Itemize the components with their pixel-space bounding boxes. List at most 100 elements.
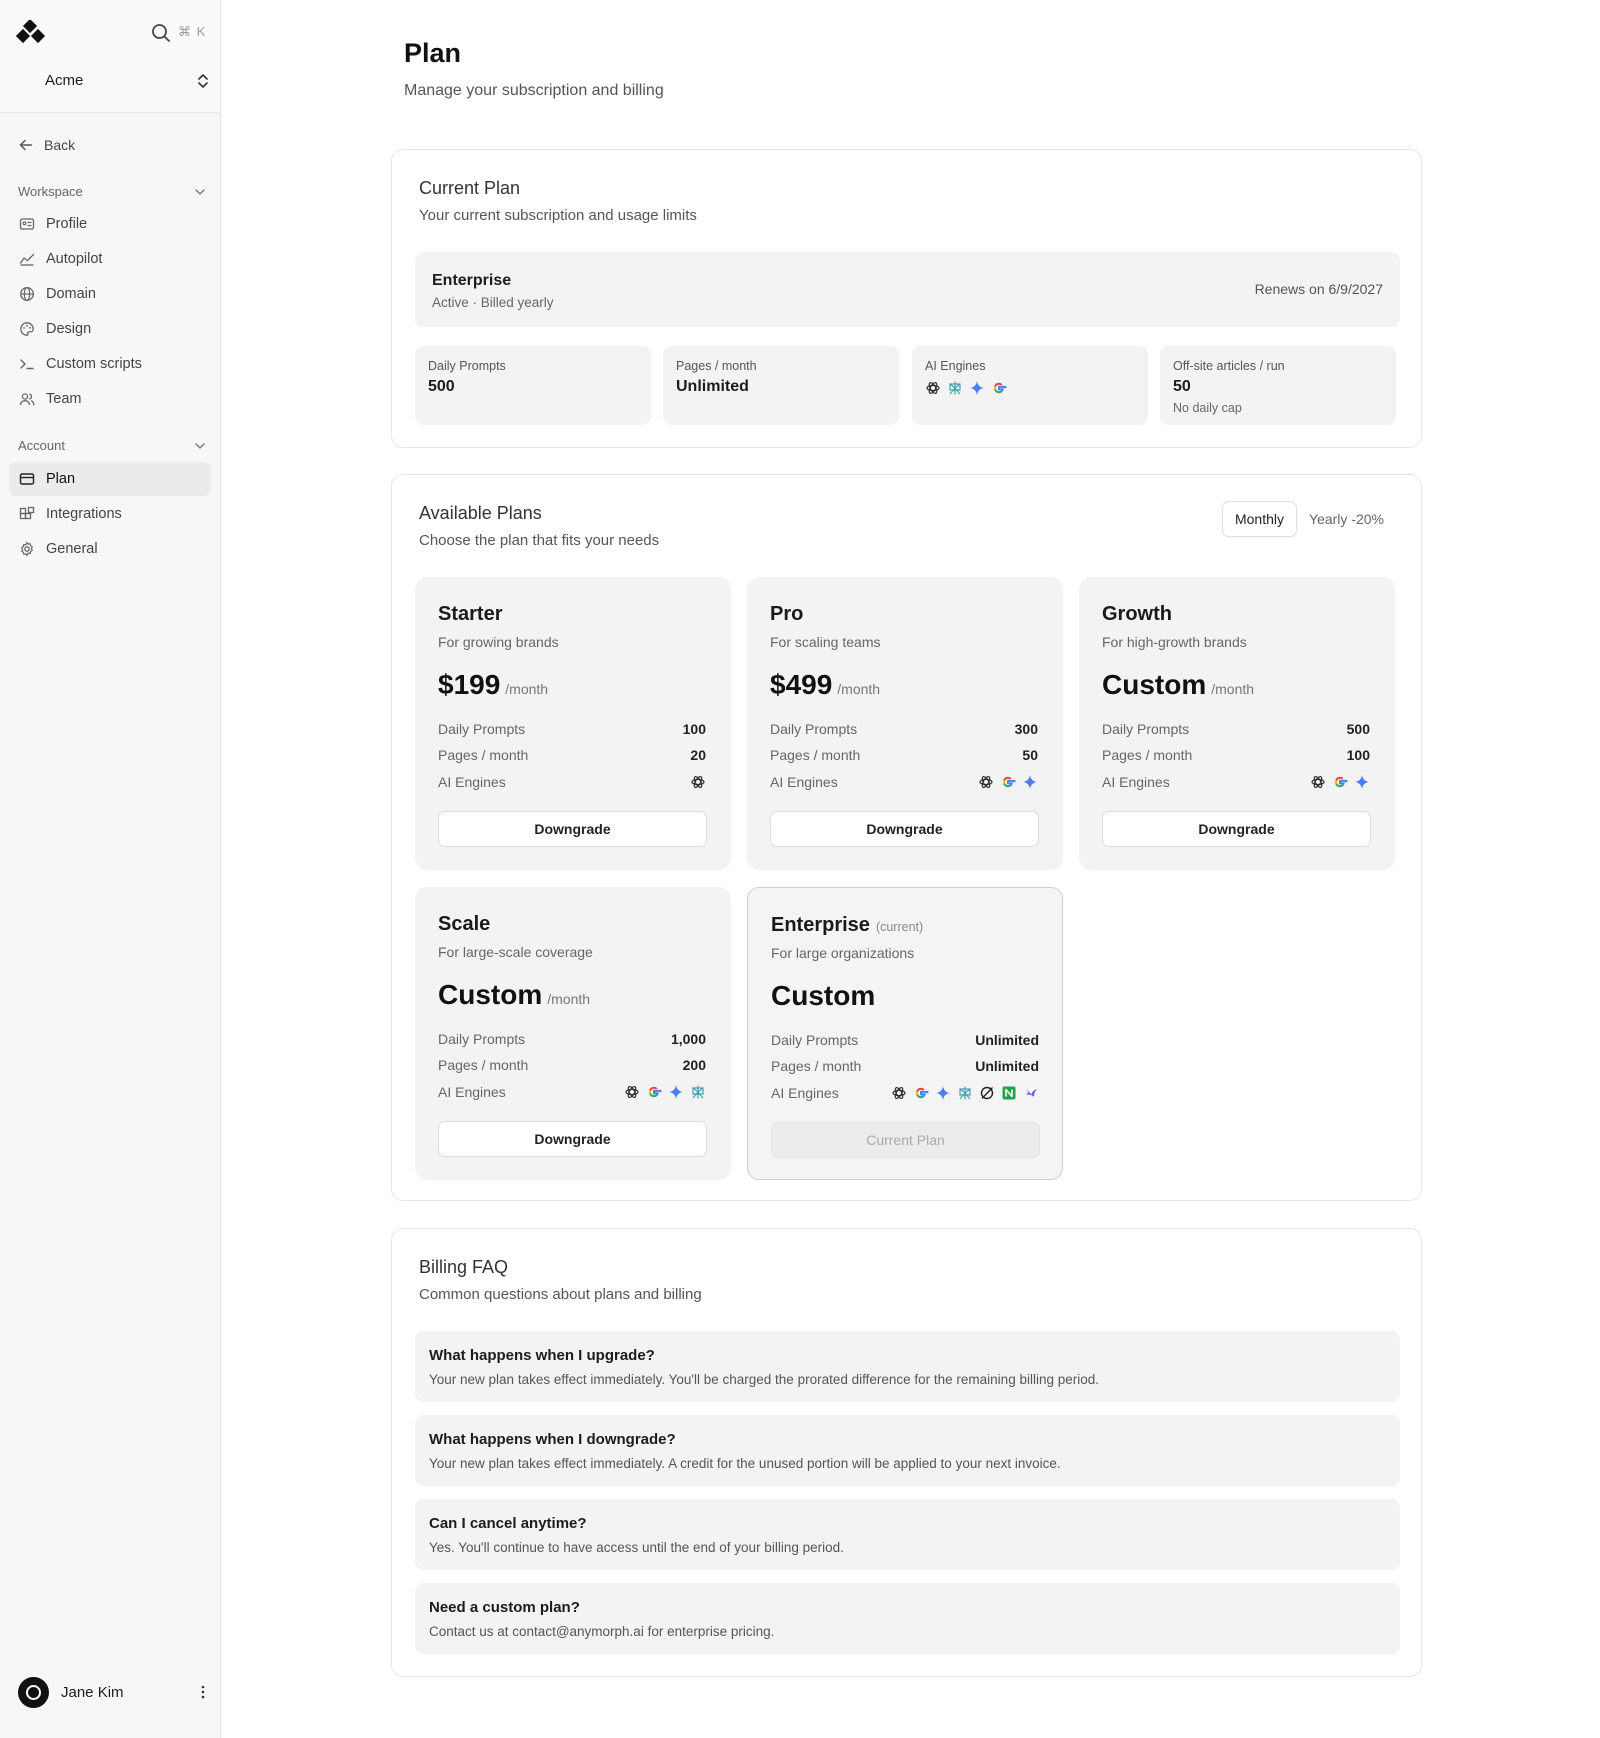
- stat-label: Pages / month: [676, 359, 757, 373]
- google-icon: [646, 1084, 662, 1100]
- card-subtitle: Choose the plan that fits your needs: [419, 532, 660, 549]
- sidebar-item-team[interactable]: Team: [9, 382, 211, 416]
- available-plans-card: Available Plans Choose the plan that fit…: [391, 474, 1422, 1201]
- sidebar-item-design[interactable]: Design: [9, 312, 211, 346]
- card-title: Available Plans: [419, 503, 542, 523]
- plan-name: Enterprise: [432, 272, 512, 289]
- id-card-icon: [19, 218, 35, 230]
- price-amount: Custom: [1102, 669, 1207, 700]
- downgrade-button[interactable]: Downgrade: [770, 811, 1039, 847]
- stat-label: AI Engines: [925, 359, 986, 373]
- engine-icons: [624, 1084, 706, 1100]
- google-icon: [913, 1085, 929, 1101]
- downgrade-button[interactable]: Downgrade: [438, 811, 707, 847]
- row-value: 1,000: [670, 1031, 706, 1047]
- sidebar-item-profile[interactable]: Profile: [9, 207, 211, 241]
- row-label: Pages / month: [771, 1058, 862, 1074]
- more-vertical-icon[interactable]: [200, 1684, 206, 1700]
- row-value: 20: [690, 747, 706, 763]
- chevron-updown-icon: [198, 74, 208, 88]
- current-tag: (current): [875, 920, 924, 934]
- plan-card-desc: For large-scale coverage: [438, 944, 593, 960]
- row-ai-engines: AI Engines: [438, 1082, 706, 1102]
- workspace-name: Acme: [45, 72, 84, 89]
- row-label: Daily Prompts: [771, 1032, 859, 1048]
- row-daily-prompts: Daily Prompts 1,000: [438, 1029, 706, 1049]
- toggle-monthly[interactable]: Monthly: [1221, 501, 1298, 537]
- plan-name: Scale: [438, 913, 491, 935]
- plan-status: Active · Billed yearly: [432, 295, 554, 310]
- plan-card-desc: For scaling teams: [770, 634, 881, 650]
- faq-question: What happens when I downgrade?: [429, 1431, 676, 1448]
- logo-icon[interactable]: [16, 20, 48, 46]
- row-label: Daily Prompts: [438, 721, 526, 737]
- section-label: Account: [18, 438, 65, 453]
- page-title: Plan: [404, 38, 462, 68]
- section-account[interactable]: Account: [18, 438, 206, 453]
- billing-period-toggle: Monthly Yearly -20%: [1221, 501, 1396, 537]
- row-pages-month: Pages / month 20: [438, 745, 706, 765]
- back-link[interactable]: Back: [18, 134, 75, 156]
- row-pages-month: Pages / month 100: [1102, 745, 1370, 765]
- plan-card-name: Growth: [1102, 603, 1172, 626]
- stat-offsite-articles: Off-site articles / run 50 No daily cap: [1160, 346, 1396, 425]
- workspace-switcher[interactable]: Acme: [24, 70, 210, 94]
- plan-name: Growth: [1102, 603, 1172, 625]
- sidebar-item-label: Custom scripts: [46, 356, 142, 372]
- sidebar: ⌘ K Acme Back Workspace Profile Autopilo…: [0, 0, 221, 1738]
- sidebar-item-general[interactable]: General: [9, 532, 211, 566]
- price-period: /month: [1211, 681, 1255, 697]
- row-label: Daily Prompts: [1102, 721, 1190, 737]
- toggle-yearly[interactable]: Yearly -20%: [1297, 501, 1396, 537]
- downgrade-button[interactable]: Downgrade: [438, 1121, 707, 1157]
- row-label: Pages / month: [1102, 747, 1193, 763]
- plan-card-growth: Growth For high-growth brands Custom/mon…: [1079, 577, 1395, 870]
- row-label: AI Engines: [438, 1084, 506, 1100]
- row-value: 100: [682, 721, 706, 737]
- search-icon[interactable]: [150, 22, 172, 44]
- faq-answer: Contact us at contact@anymorph.ai for en…: [429, 1624, 775, 1639]
- engine-icons: [978, 774, 1038, 790]
- sidebar-item-plan[interactable]: Plan: [9, 462, 211, 496]
- copilot-n-icon: [1001, 1085, 1017, 1101]
- gemini-icon: [668, 1084, 684, 1100]
- stat-pages-month: Pages / month Unlimited: [663, 346, 899, 425]
- plan-name: Enterprise: [771, 914, 870, 936]
- engine-icons: [925, 380, 1007, 396]
- row-label: AI Engines: [770, 774, 838, 790]
- plan-card-price: Custom/month: [1102, 669, 1254, 701]
- price-amount: Custom: [438, 979, 543, 1010]
- sidebar-item-custom-scripts[interactable]: Custom scripts: [9, 347, 211, 381]
- sidebar-item-domain[interactable]: Domain: [9, 277, 211, 311]
- faq-answer: Your new plan takes effect immediately. …: [429, 1456, 1061, 1471]
- row-daily-prompts: Daily Prompts Unlimited: [771, 1030, 1039, 1050]
- terminal-icon: [20, 359, 34, 370]
- row-label: AI Engines: [771, 1085, 839, 1101]
- row-value: Unlimited: [975, 1058, 1039, 1074]
- stat-value: 500: [428, 378, 455, 395]
- page-subtitle: Manage your subscription and billing: [404, 82, 664, 99]
- row-value: 500: [1346, 721, 1370, 737]
- perplexity-icon: [947, 380, 963, 396]
- section-workspace[interactable]: Workspace: [18, 184, 206, 199]
- engine-icons: [690, 774, 706, 790]
- price-amount: $499: [770, 669, 833, 700]
- sidebar-item-autopilot[interactable]: Autopilot: [9, 242, 211, 276]
- openai-icon: [690, 774, 706, 790]
- row-label: Pages / month: [770, 747, 861, 763]
- google-icon: [991, 380, 1007, 396]
- plan-name: Pro: [770, 603, 804, 625]
- current-plan-summary: Enterprise Active · Billed yearly Renews…: [415, 252, 1400, 327]
- user-name: Jane Kim: [61, 1683, 124, 1701]
- faq-item: Can I cancel anytime? Yes. You'll contin…: [415, 1499, 1400, 1570]
- faq-item: Need a custom plan? Contact us at contac…: [415, 1583, 1400, 1654]
- current-plan-card: Current Plan Your current subscription a…: [391, 149, 1422, 448]
- card-subtitle: Common questions about plans and billing: [419, 1286, 702, 1303]
- grok-icon: [979, 1085, 995, 1101]
- faq-item: What happens when I downgrade? Your new …: [415, 1415, 1400, 1486]
- perplexity-icon: [957, 1085, 973, 1101]
- user-menu[interactable]: Jane Kim: [18, 1676, 206, 1708]
- downgrade-button[interactable]: Downgrade: [1102, 811, 1371, 847]
- gear-icon: [21, 541, 33, 557]
- sidebar-item-integrations[interactable]: Integrations: [9, 497, 211, 531]
